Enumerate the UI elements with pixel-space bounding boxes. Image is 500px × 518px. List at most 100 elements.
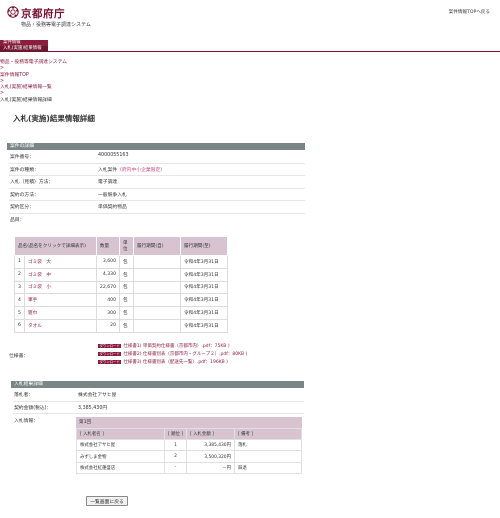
item-period-to: 令和4年3月31日 xyxy=(180,267,228,282)
item-period-from xyxy=(133,293,181,308)
bid-round-header: 第1回 xyxy=(76,417,302,428)
bid-note: 落札 xyxy=(234,438,302,452)
item-period-from xyxy=(133,267,181,282)
result-details: 落札者： 株式会社アサヒ屋 契約金額(税込)： 3,385,430円 xyxy=(13,389,304,419)
row-number: 3 xyxy=(14,280,25,295)
winner-label: 落札者： xyxy=(14,393,34,398)
tab-bid-results[interactable]: 入札(実施)結果情報 xyxy=(0,46,48,52)
spec-file-item: ダウンロード 仕様書2( 仕様書別表（京都市内・グループ２）.pdf：80KB ) xyxy=(98,351,247,359)
contract-method-value: 一般競争入札 xyxy=(98,192,127,198)
item-unit: 包 xyxy=(119,306,134,320)
bid-method-label: 入札（見積）方法： xyxy=(10,180,54,185)
item-period-to: 令和4年3月31日 xyxy=(180,318,228,333)
case-row-method: 入札（見積）方法： 電子調達 xyxy=(9,176,305,189)
download-icon[interactable]: ダウンロード xyxy=(98,351,122,356)
table-row: 4 軍手 400 包 令和4年3月31日 xyxy=(14,293,228,308)
items-label: 品目： xyxy=(10,217,25,223)
bidder-name: 株式会社アサヒ屋 xyxy=(76,438,165,452)
row-number: 4 xyxy=(14,293,25,308)
bid-method-value: 電子調達 xyxy=(98,180,118,185)
item-period-from xyxy=(133,280,181,295)
table-row: 5 雑巾 300 包 令和4年3月31日 xyxy=(14,306,228,320)
contract-type-label: 契約区分： xyxy=(10,205,34,210)
contract-amount-value: 3,385,430円 xyxy=(78,405,108,411)
spec-file-link[interactable]: 仕様書1( 単価契約仕様書（京都市内）.pdf：75KB ) xyxy=(123,344,229,349)
col-item-name: 品名(品名をクリックで詳細表示) xyxy=(14,236,97,256)
bid-info-label: 入札情報： xyxy=(14,419,38,424)
item-quantity: 400 xyxy=(95,293,121,308)
item-name-link[interactable]: ゴミ袋 小 xyxy=(24,280,97,295)
item-name-link[interactable]: 軍手 xyxy=(24,293,97,308)
row-number: 1 xyxy=(14,255,25,269)
item-unit: 包 xyxy=(119,267,134,282)
row-number: 5 xyxy=(14,306,25,320)
case-row-contract-type: 契約区分： 単価契約物品 xyxy=(9,201,305,214)
col-period-from: 履行期間(自) xyxy=(133,236,181,256)
download-icon[interactable]: ダウンロード xyxy=(98,343,122,348)
kyoto-emblem-icon xyxy=(7,6,19,18)
table-row: 3 ゴミ袋 小 22,670 包 令和4年3月31日 xyxy=(14,280,228,295)
spec-file-item: ダウンロード 仕様書1( 単価契約仕様書（京都市内）.pdf：75KB ) xyxy=(98,343,247,351)
item-quantity: 4,330 xyxy=(95,267,121,282)
table-row: 株式会社アサヒ屋 1 3,385,430円 落札 xyxy=(76,438,302,452)
spec-file-item: ダウンロード 仕様書3( 仕様書別表（配送先一覧）.pdf：196KB ) xyxy=(98,359,247,367)
item-unit: 包 xyxy=(119,280,134,295)
site-logo[interactable]: 京都府庁 物品・役務等電子調達システム xyxy=(7,6,117,32)
bid-amount: 3,500,320円 xyxy=(186,450,235,463)
result-row-amount: 契約金額(税込)： 3,385,430円 xyxy=(13,402,304,414)
case-row-contract-method: 契約の方法： 一般競争入札 xyxy=(9,189,305,201)
item-quantity: 22,670 xyxy=(95,280,121,295)
spec-file-link[interactable]: 仕様書3( 仕様書別表（配送先一覧）.pdf：196KB ) xyxy=(123,360,228,365)
col-note: [ 備考 ] xyxy=(234,428,302,440)
col-rank: [ 順位 ] xyxy=(164,428,187,440)
item-unit: 包 xyxy=(119,293,134,308)
item-period-from xyxy=(133,318,181,333)
bid-rank: - xyxy=(164,461,187,475)
bidder-name: みずしま金物 xyxy=(76,450,165,463)
bid-note: 辞退 xyxy=(234,461,302,475)
result-details-header: 入札結果詳細 xyxy=(11,381,304,388)
table-row: 2 ゴミ袋 中 4,330 包 令和4年3月31日 xyxy=(14,267,228,282)
col-bid-amount: [ 入札金額 ] xyxy=(186,428,235,440)
col-quantity: 数量 xyxy=(95,236,121,256)
spec-file-link[interactable]: 仕様書2( 仕様書別表（京都市内・グループ２）.pdf：80KB ) xyxy=(123,352,247,357)
breadcrumb-current: 入札(実施)結果情報詳細 xyxy=(0,97,52,103)
item-quantity: 300 xyxy=(95,306,121,320)
item-period-to: 令和4年3月31日 xyxy=(180,255,228,269)
case-number-value: 4000055163 xyxy=(98,153,129,158)
case-number-label: 案件番号： xyxy=(10,155,34,160)
items-table: 品名(品名をクリックで詳細表示) 数量 単位 履行期間(自) 履行期間(至) 1… xyxy=(14,236,228,333)
bid-rank: 2 xyxy=(164,450,187,463)
breadcrumb-system-link[interactable]: 物品・役務等電子調達システム xyxy=(0,60,67,66)
bidder-name: 株式会社紅蓮盛店 xyxy=(76,461,165,475)
item-quantity: 3,600 xyxy=(95,255,121,269)
bid-note xyxy=(234,450,302,463)
bid-amount: 3,385,430円 xyxy=(186,438,235,452)
table-row: 1 ゴミ袋 大 3,600 包 令和4年3月31日 xyxy=(14,255,228,269)
page-title: 入札(実施)結果情報詳細 xyxy=(13,114,95,123)
case-row-items: 品目： xyxy=(9,214,305,227)
col-unit: 単位 xyxy=(119,236,134,256)
specs-list: ダウンロード 仕様書1( 単価契約仕様書（京都市内）.pdf：75KB ) ダウン… xyxy=(98,343,247,367)
item-name-link[interactable]: ゴミ袋 大 xyxy=(24,255,97,269)
back-to-list-button[interactable]: 一覧画面に戻る xyxy=(86,496,128,506)
bid-amount: －円 xyxy=(186,461,235,475)
bid-table-header: [ 入札者名 ] [ 順位 ] [ 入札金額 ] [ 備考 ] xyxy=(76,428,302,440)
table-row: 株式会社紅蓮盛店 - －円 辞退 xyxy=(76,461,302,475)
bid-table: [ 入札者名 ] [ 順位 ] [ 入札金額 ] [ 備考 ] 株式会社アサヒ屋… xyxy=(76,428,302,475)
download-icon[interactable]: ダウンロード xyxy=(98,359,122,364)
case-row-type: 案件の種類： 入札案件 (府内中小企業限定) xyxy=(9,164,305,176)
item-name-link[interactable]: タオル xyxy=(24,318,97,333)
back-to-top-link[interactable]: 案件情報TOPへ戻る xyxy=(449,9,490,15)
col-bidder-name: [ 入札者名 ] xyxy=(76,428,165,440)
logo-name: 京都府庁 xyxy=(21,8,65,20)
breadcrumb: 物品・役務等電子調達システム > 案件情報TOP > 入札(実施)結果情報一覧 … xyxy=(0,60,67,104)
item-name-link[interactable]: ゴミ袋 中 xyxy=(24,267,97,282)
case-row-number: 案件番号： 4000055163 xyxy=(9,151,305,164)
items-table-header: 品名(品名をクリックで詳細表示) 数量 単位 履行期間(自) 履行期間(至) xyxy=(14,236,228,256)
item-name-link[interactable]: 雑巾 xyxy=(24,306,97,320)
case-type-value: 入札案件 xyxy=(98,167,118,173)
item-period-from xyxy=(133,306,181,320)
item-period-to: 令和4年3月31日 xyxy=(180,293,228,308)
winner-value: 株式会社アサヒ屋 xyxy=(78,393,117,398)
